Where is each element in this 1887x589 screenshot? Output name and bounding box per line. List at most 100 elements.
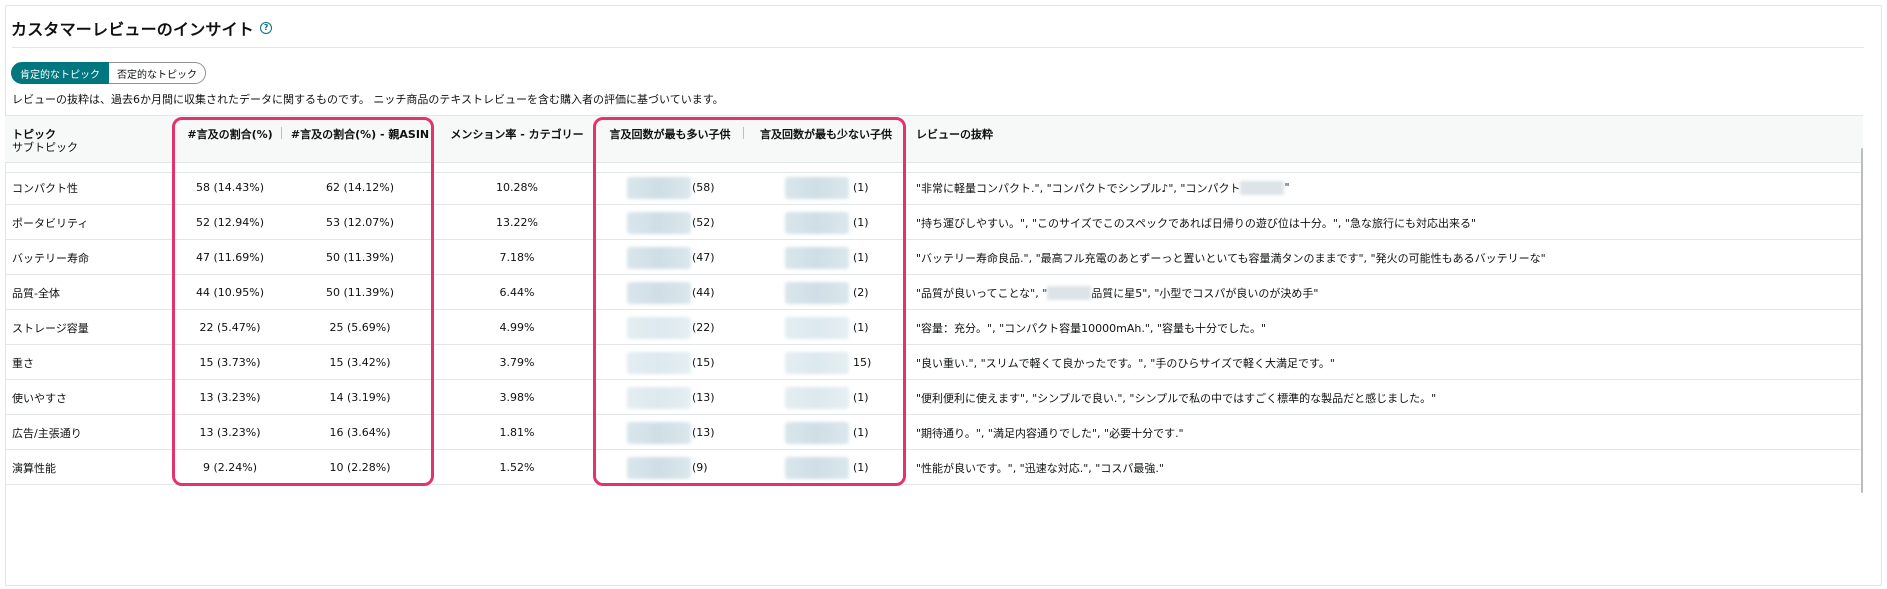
table-row[interactable]: 演算性能 9 (2.24%) 10 (2.28%) 1.52% (9) (1) "性能が良い… bbox=[5, 450, 1863, 485]
most-mentioned-count: (52) bbox=[692, 216, 715, 229]
topic-cell: 重さ bbox=[12, 356, 34, 370]
most-mentioned-count: (13) bbox=[692, 426, 715, 439]
redacted-product-name bbox=[627, 386, 691, 409]
redacted-product-name bbox=[627, 281, 691, 304]
most-mentioned-count: (58) bbox=[692, 181, 715, 194]
vertical-scrollbar[interactable] bbox=[1861, 148, 1863, 493]
mention-share-cell: 52 (12.94%) bbox=[195, 216, 265, 229]
excerpt-text: "良い重い.", "スリムで軽くて良かったです。", "手のひらサイズで軽く大満… bbox=[916, 356, 1335, 370]
most-mentioned-child-cell: (44) bbox=[627, 275, 715, 310]
least-mentioned-child-cell: 15) bbox=[785, 345, 871, 380]
column-least-mentioned-child[interactable]: 言及回数が最も少ない子供 bbox=[760, 126, 892, 142]
redacted-product-name bbox=[785, 246, 849, 269]
excerpt-text: "容量：充分。", "コンパクト容量10000mAh.", "容量も十分でした。… bbox=[916, 321, 1267, 335]
mention-rate-cell: 1.52% bbox=[499, 461, 535, 474]
most-mentioned-count: (44) bbox=[692, 286, 715, 299]
excerpt-text: "品質が良いってことな", " bbox=[916, 286, 1048, 300]
redacted-product-name bbox=[785, 456, 849, 479]
review-excerpt-cell: "バッテリー寿命良品.", "最高フル充電のあとずーっと置いといても容量満タンの… bbox=[916, 240, 1546, 275]
most-mentioned-count: (22) bbox=[692, 321, 715, 334]
most-mentioned-child-cell: (9) bbox=[627, 450, 708, 485]
table-row[interactable]: ポータビリティ 52 (12.94%) 53 (12.07%) 13.22% (52) (… bbox=[5, 205, 1863, 240]
excerpt-text: "バッテリー寿命良品.", "最高フル充電のあとずーっと置いといても容量満タンの… bbox=[916, 251, 1546, 265]
least-mentioned-child-cell: (1) bbox=[785, 240, 869, 275]
least-mentioned-child-cell: (1) bbox=[785, 450, 869, 485]
topic-cell: コンパクト性 bbox=[12, 181, 78, 195]
least-mentioned-child-cell: (1) bbox=[785, 380, 869, 415]
redacted-product-name bbox=[627, 316, 691, 339]
positive-topics-tab[interactable]: 肯定的なトピック bbox=[11, 62, 109, 84]
header-separator bbox=[743, 127, 744, 139]
topic-toggle: 肯定的なトピック 否定的なトピック bbox=[11, 62, 206, 84]
most-mentioned-child-cell: (52) bbox=[627, 205, 715, 240]
divider bbox=[12, 47, 1864, 48]
excerpt-text: "期待通り。", "満足内容通りでした", "必要十分です." bbox=[916, 426, 1184, 440]
table-row[interactable]: 広告/主張通り 13 (3.23%) 16 (3.64%) 1.81% (13) (1) "… bbox=[5, 415, 1863, 450]
parent-mention-share-cell: 15 (3.42%) bbox=[329, 356, 391, 369]
column-most-mentioned-child[interactable]: 言及回数が最も多い子供 bbox=[610, 126, 731, 142]
mention-share-cell: 13 (3.23%) bbox=[199, 426, 261, 439]
table-row[interactable]: 重さ 15 (3.73%) 15 (3.42%) 3.79% (15) 15) "良い重い.… bbox=[5, 345, 1863, 380]
review-excerpt-cell: "良い重い.", "スリムで軽くて良かったです。", "手のひらサイズで軽く大満… bbox=[916, 345, 1335, 380]
topic-cell: ポータビリティ bbox=[12, 216, 89, 230]
review-excerpt-cell: "容量：充分。", "コンパクト容量10000mAh.", "容量も十分でした。… bbox=[916, 310, 1266, 345]
least-mentioned-count: (2) bbox=[853, 286, 869, 299]
title-row: カスタマーレビューのインサイト ? bbox=[11, 16, 273, 40]
redacted-product-name bbox=[785, 421, 849, 444]
redacted-product-name bbox=[785, 281, 849, 304]
least-mentioned-child-cell: (1) bbox=[785, 310, 869, 345]
redacted-product-name bbox=[785, 176, 849, 199]
redacted-product-name bbox=[627, 351, 691, 374]
table-row[interactable]: 使いやすさ 13 (3.23%) 14 (3.19%) 3.98% (13) (1) "便利… bbox=[5, 380, 1863, 415]
parent-mention-share-cell: 25 (5.69%) bbox=[329, 321, 391, 334]
table-row[interactable]: バッテリー寿命 47 (11.69%) 50 (11.39%) 7.18% (47) (1… bbox=[5, 240, 1863, 275]
excerpt-text-continued: 品質に星5", "小型でコスパが良いのが決め手" bbox=[1091, 286, 1319, 300]
mention-rate-cell: 3.79% bbox=[499, 356, 535, 369]
mention-rate-cell: 4.99% bbox=[499, 321, 535, 334]
parent-mention-share-cell: 16 (3.64%) bbox=[329, 426, 391, 439]
redacted-product-name bbox=[627, 421, 691, 444]
topic-cell: バッテリー寿命 bbox=[12, 251, 89, 265]
topic-cell: 品質-全体 bbox=[12, 286, 60, 300]
column-mention-rate-category[interactable]: メンション率 - カテゴリー bbox=[450, 126, 583, 142]
column-mention-share[interactable]: #言及の割合(%) bbox=[187, 126, 272, 142]
most-mentioned-child-cell: (13) bbox=[627, 415, 715, 450]
redacted-product-name bbox=[627, 246, 691, 269]
redacted-product-name bbox=[785, 386, 849, 409]
least-mentioned-count: (1) bbox=[853, 251, 869, 264]
redacted-product-name bbox=[785, 351, 849, 374]
excerpt-text: "持ち運びしやすい。", "このサイズでこのスペックであれば日帰りの遊び位は十分… bbox=[916, 216, 1477, 230]
redacted-text bbox=[1240, 180, 1285, 195]
mention-rate-cell: 7.18% bbox=[499, 251, 535, 264]
most-mentioned-child-cell: (47) bbox=[627, 240, 715, 275]
topic-cell: ストレージ容量 bbox=[12, 321, 89, 335]
topic-cell: 演算性能 bbox=[12, 461, 56, 475]
table-row[interactable]: ストレージ容量 22 (5.47%) 25 (5.69%) 4.99% (22) (1) "… bbox=[5, 310, 1863, 345]
table-row[interactable]: 品質-全体 44 (10.95%) 50 (11.39%) 6.44% (44) (2) "… bbox=[5, 275, 1863, 310]
parent-mention-share-cell: 53 (12.07%) bbox=[325, 216, 395, 229]
topic-cell: 広告/主張通り bbox=[12, 426, 82, 440]
redacted-text bbox=[1047, 285, 1092, 300]
negative-topics-tab[interactable]: 否定的なトピック bbox=[109, 62, 206, 84]
least-mentioned-count: (1) bbox=[853, 391, 869, 404]
mention-share-cell: 9 (2.24%) bbox=[202, 461, 258, 474]
page-title: カスタマーレビューのインサイト bbox=[11, 20, 255, 39]
help-icon[interactable]: ? bbox=[260, 22, 273, 34]
most-mentioned-count: (13) bbox=[692, 391, 715, 404]
review-excerpt-cell: "持ち運びしやすい。", "このサイズでこのスペックであれば日帰りの遊び位は十分… bbox=[916, 205, 1476, 240]
review-excerpt-cell: "性能が良いです。", "迅速な対応.", "コスパ最強." bbox=[916, 450, 1164, 485]
most-mentioned-child-cell: (58) bbox=[627, 170, 715, 205]
mention-share-cell: 58 (14.43%) bbox=[195, 181, 265, 194]
table-row[interactable]: コンパクト性 58 (14.43%) 62 (14.12%) 10.28% (58) (1… bbox=[5, 170, 1863, 205]
column-subtopic: サブトピック bbox=[12, 141, 78, 154]
excerpt-text-continued: " bbox=[1284, 181, 1290, 194]
mention-rate-cell: 13.22% bbox=[496, 216, 538, 229]
table-header: トピック サブトピック #言及の割合(%) #言及の割合(%) - 親ASIN … bbox=[5, 115, 1863, 163]
least-mentioned-count: 15) bbox=[853, 356, 872, 369]
column-mention-share-parent[interactable]: #言及の割合(%) - 親ASIN bbox=[291, 126, 429, 142]
data-note: レビューの抜粋は、過去6か月間に収集されたデータに関するものです。 ニッチ商品の… bbox=[12, 93, 724, 106]
least-mentioned-child-cell: (1) bbox=[785, 205, 869, 240]
parent-mention-share-cell: 50 (11.39%) bbox=[325, 286, 395, 299]
most-mentioned-child-cell: (13) bbox=[627, 380, 715, 415]
redacted-product-name bbox=[627, 211, 691, 234]
